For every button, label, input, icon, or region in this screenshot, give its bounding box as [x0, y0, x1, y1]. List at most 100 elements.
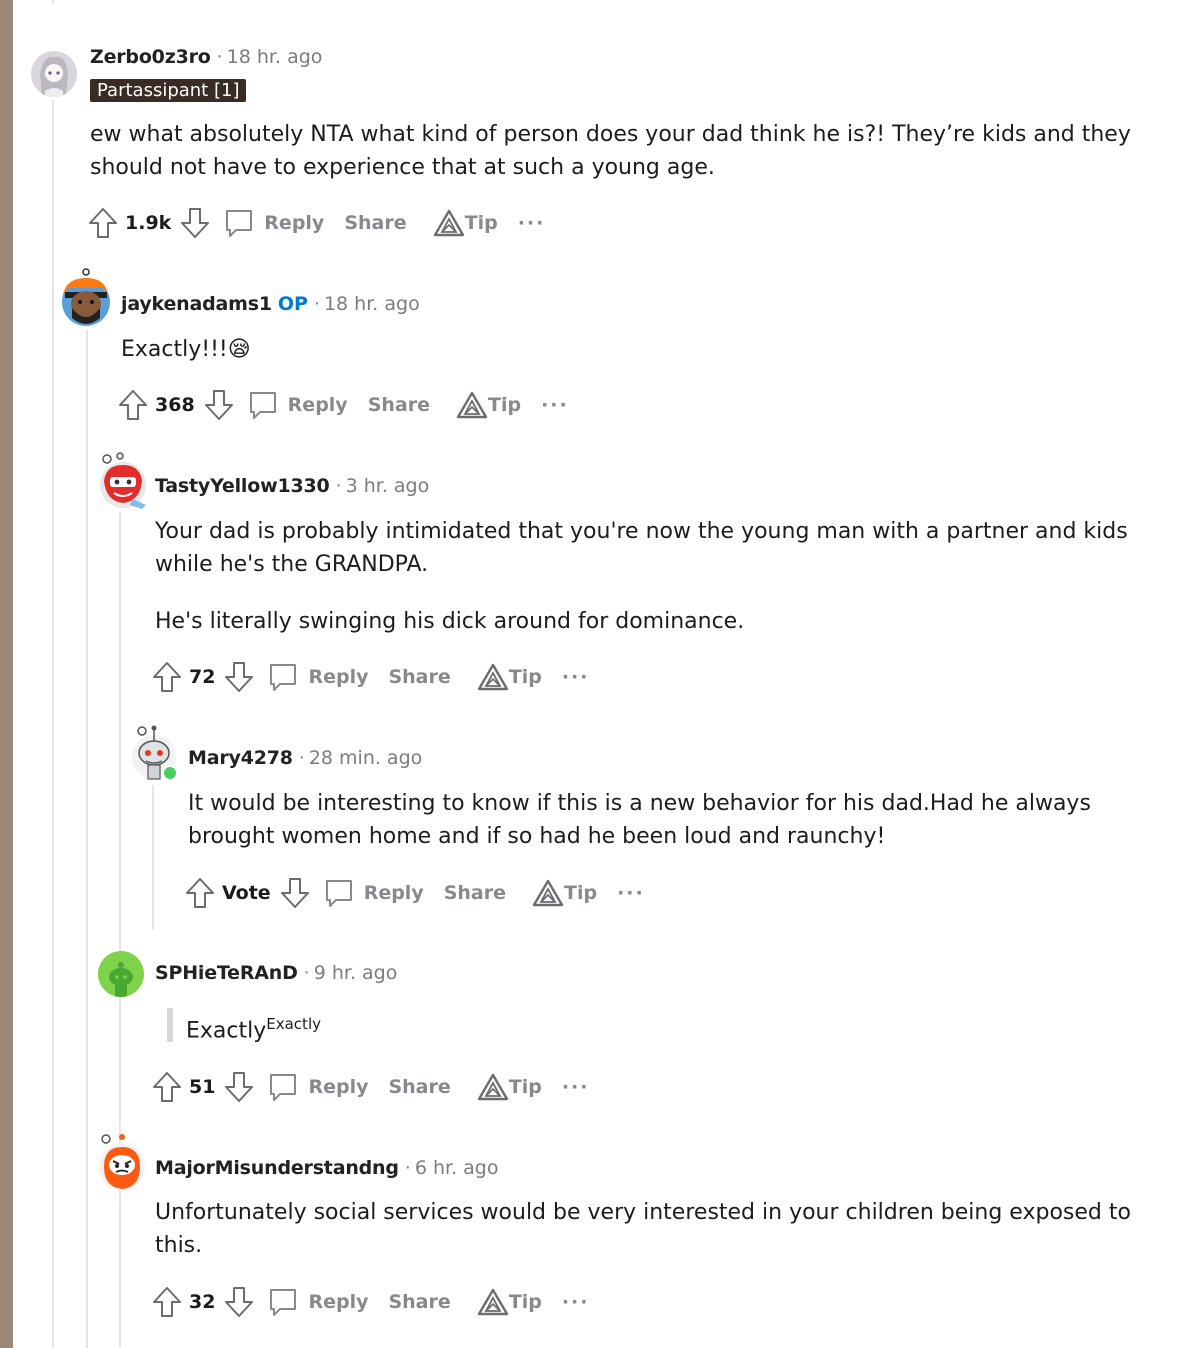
- comment-actions: 51 Reply Share Tip ···: [151, 1069, 590, 1105]
- tip-button[interactable]: Tip: [465, 212, 498, 234]
- more-options-button[interactable]: ···: [562, 1291, 590, 1313]
- comment-actions: Vote Reply Share Tip ···: [184, 875, 645, 911]
- comment-actions: 32 Reply Share Tip ···: [151, 1284, 590, 1320]
- comment-meta: SPHieTeRAnD · 9 hr. ago: [155, 962, 397, 984]
- reply-icon[interactable]: [323, 876, 355, 910]
- avatar[interactable]: [31, 51, 77, 97]
- reply-button[interactable]: Reply: [308, 1076, 368, 1098]
- reply-button[interactable]: Reply: [264, 212, 324, 234]
- thread-line[interactable]: [119, 512, 121, 1348]
- timestamp[interactable]: 18 hr. ago: [227, 46, 323, 68]
- quote-bar: [167, 1008, 173, 1042]
- vote-label: Vote: [222, 882, 271, 904]
- tip-button[interactable]: Tip: [488, 394, 521, 416]
- avatar[interactable]: [96, 451, 150, 511]
- reply-button[interactable]: Reply: [308, 1291, 368, 1313]
- more-options-button[interactable]: ···: [562, 666, 590, 688]
- comment-line: It would be interesting to know if this …: [188, 791, 1091, 816]
- upvote-icon[interactable]: [184, 876, 216, 910]
- tip-button[interactable]: Tip: [509, 666, 542, 688]
- tip-icon[interactable]: [532, 876, 564, 910]
- reply-button[interactable]: Reply: [364, 882, 424, 904]
- reply-icon[interactable]: [267, 1285, 299, 1319]
- timestamp[interactable]: 28 min. ago: [309, 747, 422, 769]
- username[interactable]: MajorMisunderstandng: [155, 1157, 399, 1179]
- timestamp[interactable]: 9 hr. ago: [314, 962, 398, 984]
- upvote-icon[interactable]: [151, 1285, 183, 1319]
- separator: ·: [313, 293, 320, 315]
- share-button[interactable]: Share: [388, 1076, 450, 1098]
- tip-button[interactable]: Tip: [509, 1076, 542, 1098]
- username[interactable]: TastyYellow1330: [155, 475, 330, 497]
- comment-body: Unfortunately social services would be v…: [155, 1196, 1155, 1262]
- tip-icon[interactable]: [477, 1070, 509, 1104]
- comment-body: ew what absolutely NTA what kind of pers…: [90, 118, 1140, 184]
- avatar[interactable]: [96, 1131, 150, 1193]
- username[interactable]: SPHieTeRAnD: [155, 962, 298, 984]
- upvote-icon[interactable]: [87, 206, 119, 240]
- blockquote: ExactlyExactly: [186, 1008, 1086, 1047]
- comment-meta: jaykenadams1 OP · 18 hr. ago: [121, 293, 420, 315]
- downvote-icon[interactable]: [279, 876, 311, 910]
- timestamp[interactable]: 6 hr. ago: [415, 1157, 499, 1179]
- more-options-button[interactable]: ···: [562, 1076, 590, 1098]
- comment-meta: MajorMisunderstandng · 6 hr. ago: [155, 1157, 498, 1179]
- username[interactable]: Zerbo0z3ro: [90, 46, 211, 68]
- reply-button[interactable]: Reply: [288, 394, 348, 416]
- comment-line: this.: [155, 1233, 203, 1258]
- comment-line: should not have to experience that at su…: [90, 155, 715, 180]
- comment-meta: Mary4278 · 28 min. ago: [188, 747, 422, 769]
- tip-icon[interactable]: [477, 660, 509, 694]
- share-button[interactable]: Share: [388, 1291, 450, 1313]
- avatar[interactable]: [98, 951, 144, 997]
- downvote-icon[interactable]: [223, 1285, 255, 1319]
- share-button[interactable]: Share: [368, 394, 430, 416]
- comment-line: while he's the GRANDPA.: [155, 552, 429, 577]
- tip-icon[interactable]: [433, 206, 465, 240]
- upvote-icon[interactable]: [151, 1070, 183, 1104]
- share-button[interactable]: Share: [444, 882, 506, 904]
- avatar[interactable]: [130, 723, 182, 783]
- comment-meta: TastyYellow1330 · 3 hr. ago: [155, 475, 429, 497]
- downvote-icon[interactable]: [179, 206, 211, 240]
- downvote-icon[interactable]: [223, 1070, 255, 1104]
- comment-body: Exactly!!!😪: [121, 333, 1121, 366]
- reply-icon[interactable]: [247, 388, 279, 422]
- share-button[interactable]: Share: [344, 212, 406, 234]
- thread-line[interactable]: [52, 100, 54, 1348]
- comment-actions: 72 Reply Share Tip ···: [151, 659, 590, 695]
- user-flair: Partassipant [1]: [90, 79, 247, 102]
- vote-score: 32: [189, 1291, 216, 1313]
- tip-button[interactable]: Tip: [509, 1291, 542, 1313]
- op-badge: OP: [277, 293, 308, 315]
- username[interactable]: Mary4278: [188, 747, 293, 769]
- downvote-icon[interactable]: [203, 388, 235, 422]
- tip-button[interactable]: Tip: [564, 882, 597, 904]
- thread-line[interactable]: [86, 330, 88, 1348]
- thread-line[interactable]: [152, 785, 154, 930]
- separator: ·: [335, 475, 342, 497]
- avatar[interactable]: [59, 268, 111, 328]
- reply-icon[interactable]: [223, 206, 255, 240]
- comment-line: Your dad is probably intimidated that yo…: [155, 519, 1128, 544]
- upvote-icon[interactable]: [117, 388, 149, 422]
- more-options-button[interactable]: ···: [518, 212, 546, 234]
- timestamp[interactable]: 3 hr. ago: [346, 475, 430, 497]
- more-options-button[interactable]: ···: [541, 394, 569, 416]
- vote-score: 368: [155, 394, 195, 416]
- comment-line: He's literally swinging his dick around …: [155, 609, 745, 634]
- reply-icon[interactable]: [267, 1070, 299, 1104]
- more-options-button[interactable]: ···: [617, 882, 645, 904]
- reply-icon[interactable]: [267, 660, 299, 694]
- downvote-icon[interactable]: [223, 660, 255, 694]
- upvote-icon[interactable]: [151, 660, 183, 694]
- reply-button[interactable]: Reply: [308, 666, 368, 688]
- left-rail: [0, 0, 13, 1348]
- thread-line[interactable]: [52, 0, 54, 4]
- timestamp[interactable]: 18 hr. ago: [324, 293, 420, 315]
- comment-line: Exactly!!!😪: [121, 337, 251, 362]
- tip-icon[interactable]: [456, 388, 488, 422]
- tip-icon[interactable]: [477, 1285, 509, 1319]
- username[interactable]: jaykenadams1: [121, 293, 272, 315]
- share-button[interactable]: Share: [388, 666, 450, 688]
